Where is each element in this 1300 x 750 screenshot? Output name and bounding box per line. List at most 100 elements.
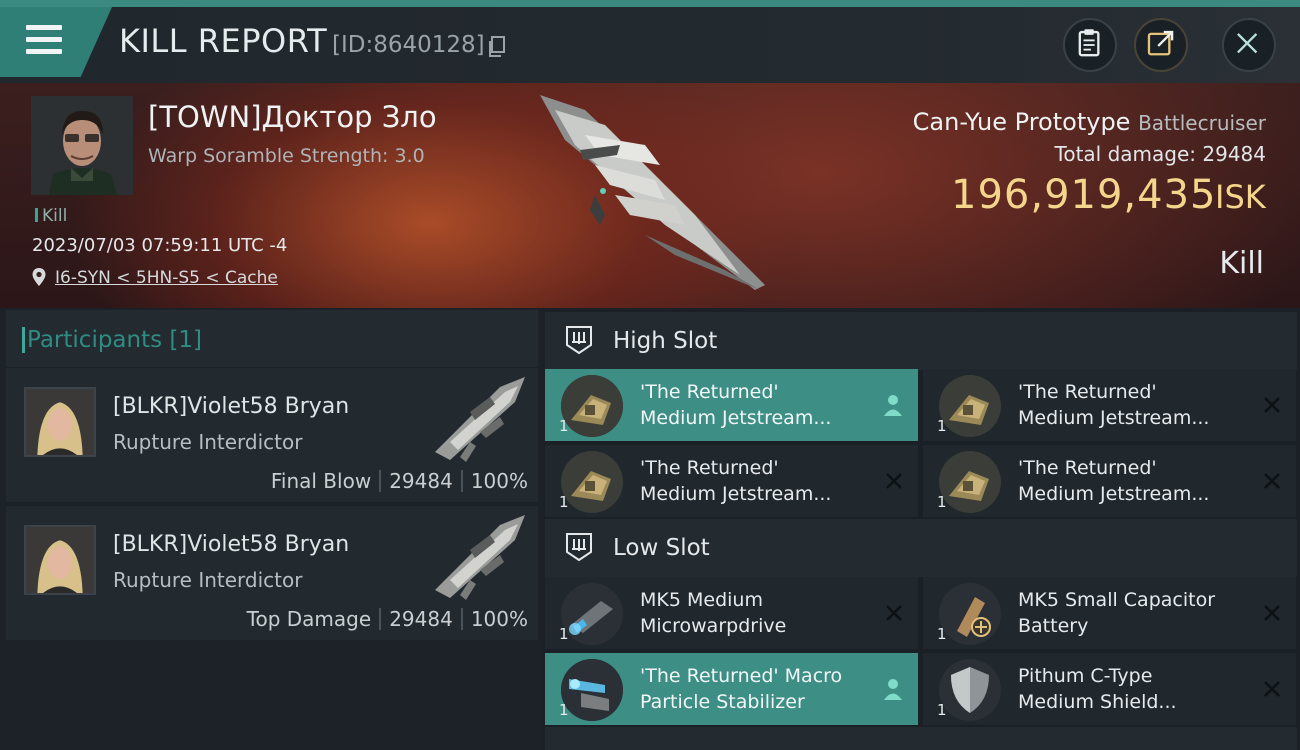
kill-location-link[interactable]: I6-SYN < 5HN-S5 < Cache: [55, 268, 278, 288]
victim-ship-name[interactable]: Can-Yue Prototype Battlecruiser: [913, 108, 1266, 136]
close-icon: [1237, 33, 1258, 54]
low-slot-icon: [566, 533, 592, 562]
warp-scramble-strength: Warp Soramble Strength: 3.0: [148, 145, 425, 167]
page-title: KILL REPORT: [119, 22, 328, 60]
module-name-line1: Pithum C-Type: [1018, 665, 1153, 687]
participant-ship: Rupture Interdictor: [113, 568, 303, 592]
participant-role: Final Blow: [270, 469, 372, 493]
module-quantity: 1: [937, 701, 947, 719]
participant-ship-image: [435, 377, 525, 462]
module-slot[interactable]: 1 'The Returned' Macro Particle Stabilize…: [545, 653, 918, 725]
high-slot-icon: [566, 326, 592, 355]
module-icon: [561, 659, 623, 721]
destroyed-x-icon: [886, 605, 902, 621]
menu-icon: [26, 25, 62, 55]
module-slot[interactable]: 1 'The Returned' Medium Jetstream...: [545, 445, 918, 517]
close-button[interactable]: [1222, 18, 1276, 72]
kill-datetime: 2023/07/03 07:59:11 UTC -4: [32, 235, 288, 256]
ship-class-text: Battlecruiser: [1138, 111, 1266, 135]
module-name-line2: Medium Jetstream...: [1018, 483, 1210, 505]
total-damage: Total damage: 29484: [1055, 142, 1266, 166]
module-name: MK5 Medium Microwarpdrive: [640, 587, 870, 639]
module-name: 'The Returned' Medium Jetstream...: [1018, 379, 1248, 431]
module-quantity: 1: [937, 493, 947, 511]
module-name-line1: 'The Returned': [640, 457, 779, 479]
module-name-line1: MK5 Medium: [640, 589, 763, 611]
clipboard-button[interactable]: [1063, 18, 1117, 72]
module-name-line2: Medium Jetstream...: [640, 483, 832, 505]
module-slot[interactable]: 1 Pithum C-Type Medium Shield...: [923, 653, 1296, 725]
participant-avatar-image: [26, 389, 94, 455]
ship-name-text: Can-Yue Prototype: [912, 108, 1131, 136]
victim-ship-image[interactable]: [525, 85, 785, 300]
divider: [460, 470, 463, 492]
low-slot-label: Low Slot: [613, 535, 710, 561]
victim-portrait[interactable]: [31, 96, 133, 195]
module-icon: [939, 583, 1001, 645]
destroyed-x-icon: [1264, 605, 1280, 621]
module-name-line2: Medium Jetstream...: [640, 407, 832, 429]
victim-avatar-image: [31, 96, 133, 195]
module-quantity: 1: [559, 625, 569, 643]
destroyed-x-icon: [1264, 681, 1280, 697]
module-quantity: 1: [559, 417, 569, 435]
module-slot[interactable]: 1 'The Returned' Medium Jetstream...: [923, 369, 1296, 441]
participant-role: Top Damage: [246, 607, 372, 631]
module-quantity: 1: [559, 493, 569, 511]
location-pin-icon: [32, 268, 46, 286]
module-name-line2: Microwarpdrive: [640, 615, 787, 637]
destroyed-x-icon: [886, 473, 902, 489]
module-name-line1: 'The Returned': [1018, 381, 1157, 403]
total-damage-label: Total damage:: [1054, 142, 1197, 166]
module-name: Pithum C-Type Medium Shield...: [1018, 663, 1248, 715]
participant-percent: 100%: [470, 469, 528, 493]
module-name-line2: Particle Stabilizer: [640, 691, 805, 713]
total-damage-value: 29484: [1202, 142, 1266, 166]
module-name-line2: Battery: [1018, 615, 1089, 637]
participant-avatar-image: [26, 527, 94, 593]
module-name-line2: Medium Shield...: [1018, 691, 1177, 713]
participant-avatar[interactable]: [24, 387, 96, 457]
isk-unit: ISK: [1215, 178, 1266, 216]
module-name: MK5 Small Capacitor Battery: [1018, 587, 1248, 639]
high-slot-label: High Slot: [613, 328, 718, 354]
module-icon: [939, 451, 1001, 513]
module-quantity: 1: [937, 417, 947, 435]
module-icon: [939, 659, 1001, 721]
module-slot[interactable]: 1 'The Returned' Medium Jetstream...: [923, 445, 1296, 517]
module-icon: [561, 451, 623, 513]
participant-stats: Top Damage 29484 100%: [247, 607, 528, 631]
participant-damage: 29484: [389, 469, 453, 493]
module-slot[interactable]: 1 MK5 Medium Microwarpdrive: [545, 577, 918, 649]
victim-pilot-name[interactable]: [TOWN]Доктор Зло: [148, 100, 437, 134]
kill-result-label: Kill: [1219, 246, 1264, 281]
module-quantity: 1: [559, 701, 569, 719]
top-accent-line: [0, 0, 1300, 7]
module-name: 'The Returned' Macro Particle Stabilizer: [640, 663, 870, 715]
isk-value: 196,919,435: [951, 172, 1217, 218]
participant-damage: 29484: [389, 607, 453, 631]
copy-icon[interactable]: [488, 36, 506, 58]
divider: [460, 608, 463, 630]
module-name-line1: 'The Returned': [640, 381, 779, 403]
next-slot-header: [545, 727, 1297, 750]
participant-avatar[interactable]: [24, 525, 96, 595]
module-name-line1: MK5 Small Capacitor: [1018, 589, 1216, 611]
share-button[interactable]: [1134, 18, 1188, 72]
participant-percent: 100%: [470, 607, 528, 631]
participant-ship: Rupture Interdictor: [113, 430, 303, 454]
module-icon: [939, 375, 1001, 437]
participant-name[interactable]: [BLKR]Violet58 Bryan: [113, 394, 349, 419]
module-quantity: 1: [937, 625, 947, 643]
destroyed-x-icon: [1264, 473, 1280, 489]
module-name-line2: Medium Jetstream...: [1018, 407, 1210, 429]
report-id: [ID:8640128]: [332, 32, 485, 58]
participant-name[interactable]: [BLKR]Violet58 Bryan: [113, 532, 349, 557]
module-name-line1: 'The Returned' Macro: [640, 665, 843, 687]
module-slot[interactable]: 1 MK5 Small Capacitor Battery: [923, 577, 1296, 649]
module-name: 'The Returned' Medium Jetstream...: [1018, 455, 1248, 507]
module-name: 'The Returned' Medium Jetstream...: [640, 379, 870, 431]
share-icon: [1147, 30, 1174, 56]
module-slot[interactable]: 1 'The Returned' Medium Jetstream...: [545, 369, 918, 441]
person-icon: [884, 679, 902, 700]
